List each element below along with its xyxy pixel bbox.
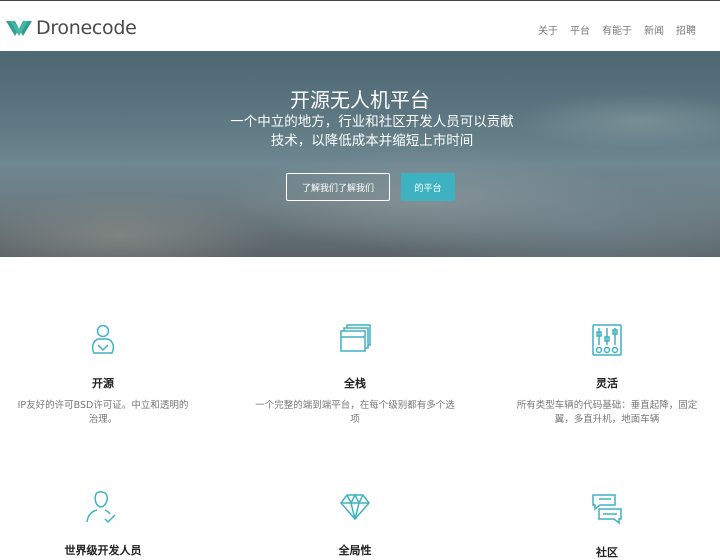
feature-world-class-developers: 世界级开发人员 [0,490,223,557]
feature-title: 灵活 [596,377,618,390]
nav-jobs[interactable]: 招聘 [676,22,696,37]
feature-title: 全局性 [338,544,372,557]
nav-news[interactable]: 新闻 [644,22,664,37]
feature-title: 世界级开发人员 [64,544,142,557]
feature-title: 全栈 [344,377,366,390]
logo[interactable]: Dronecode [6,17,137,39]
feature-text: IP友好的许可BSD许可证。中立和透明的治理。 [17,400,189,425]
feature-title: 社区 [596,546,618,559]
dronecode-logo-icon [6,21,32,36]
feature-full-stack: 全栈 一个完整的端到端平台，在每个级别都有多个选项 [235,323,475,433]
main-nav: 关于 平台 有能于 新闻 招聘 [526,22,696,37]
feature-flexible: 灵活 所有类型车辆的代码基础：垂直起降，固定翼，多直升机，地面车辆 [487,323,720,433]
logo-text: Dronecode [36,17,137,39]
hero-banner: 开源无人机平台 一个中立的地方，行业和社区开发人员可以贡献技术，以降低成本并缩短… [0,51,720,257]
chat-icon [592,494,622,525]
site-header: Dronecode 关于 平台 有能于 新闻 招聘 [0,0,720,51]
person-icon [91,324,115,354]
sliders-icon [592,324,622,356]
stack-icon [340,324,371,352]
nav-platform[interactable]: 平台 [570,22,590,37]
hero-subtitle: 一个中立的地方，行业和社区开发人员可以贡献技术，以降低成本并缩短上市时间 [230,114,514,149]
feature-text: 一个完整的端到端平台，在每个级别都有多个选项 [255,400,455,425]
platform-button[interactable]: 的平台 [401,173,455,201]
feature-title: 开源 [92,377,114,390]
nav-about[interactable]: 关于 [538,22,558,37]
feature-global: 全局性 [235,492,475,557]
feature-open-source: 开源 IP友好的许可BSD许可证。中立和透明的治理。 [0,323,223,433]
user-check-icon [86,491,116,524]
feature-text: 所有类型车辆的代码基础：垂直起降，固定翼，多直升机，地面车辆 [516,400,698,425]
learn-more-button[interactable]: 了解我们了解我们 [286,173,390,201]
feature-community: 社区 [487,492,720,559]
diamond-icon [340,493,370,521]
nav-capable[interactable]: 有能于 [602,22,632,37]
hero-title: 开源无人机平台 [290,88,430,112]
